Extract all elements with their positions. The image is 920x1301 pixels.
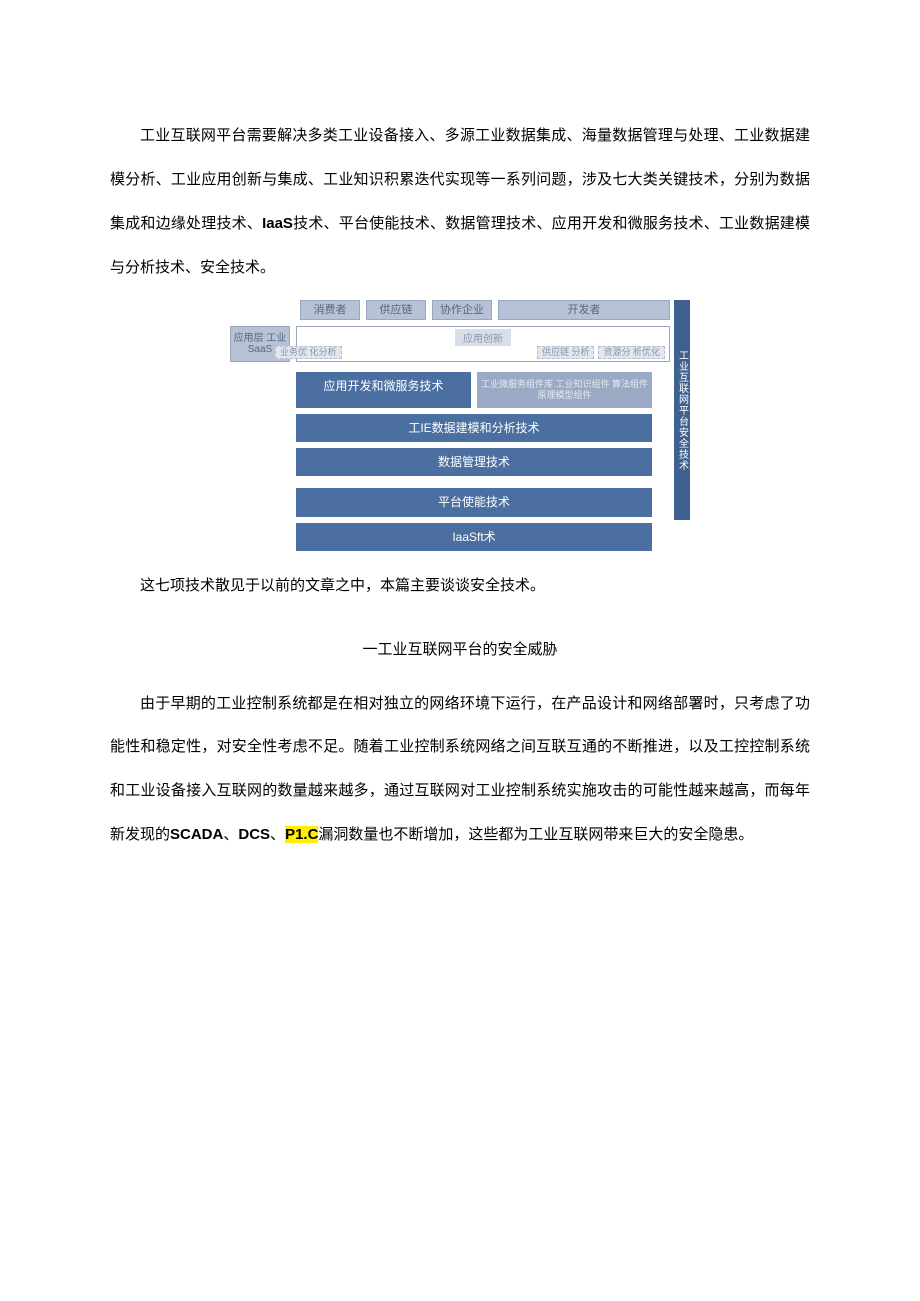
diagram-row-app: 应用层 工业SaaS 应用创新 业务优 化分析 供应链 分析 资源分 析优化 bbox=[230, 326, 670, 362]
layer-data-mgmt: 数据管理技术 bbox=[296, 448, 652, 476]
paragraph-2: 这七项技术散见于以前的文章之中，本篇主要谈谈安全技术。 bbox=[110, 565, 810, 609]
p2-text: 这七项技术散见于以前的文章之中，本篇主要谈谈安全技术。 bbox=[140, 578, 545, 594]
mini-box-0: 业务优 化分析 bbox=[275, 346, 342, 359]
mid-box-app: 应用创新 业务优 化分析 供应链 分析 资源分 析优化 bbox=[296, 326, 670, 362]
layer-microservice-lib: 工业微服务组件库 工业知识组件 算法组件 原理模型组件 bbox=[477, 372, 652, 408]
layer-platform-enable: 平台使能技术 bbox=[296, 488, 652, 516]
top-box-supply: 供应链 bbox=[366, 300, 426, 320]
p3-bold-scada: SCADA bbox=[170, 826, 223, 843]
p1-bold-iaas: IaaS bbox=[262, 215, 293, 232]
mid-label-innovation: 应用创新 bbox=[455, 329, 511, 346]
top-box-developer: 开发者 bbox=[498, 300, 670, 320]
diagram-sidebar: 工业互联网平台安全技术 bbox=[674, 300, 690, 520]
p3-sep1: 、 bbox=[223, 827, 238, 843]
p3-sep2: 、 bbox=[270, 827, 285, 843]
top-box-collab: 协作企业 bbox=[432, 300, 492, 320]
p3-text-b: 漏洞数量也不断增加，这些都为工业互联网带来巨大的安全隐患。 bbox=[318, 827, 753, 843]
architecture-diagram: 工业互联网平台安全技术 消费者 供应链 协作企业 开发者 应用层 工业SaaS … bbox=[230, 300, 690, 551]
p3-bold-dcs: DCS bbox=[238, 826, 270, 843]
section-title: 一工业互联网平台的安全威胁 bbox=[110, 629, 810, 671]
mini-box-1: 供应链 分析 bbox=[537, 346, 595, 359]
diagram-top-row: 消费者 供应链 协作企业 开发者 bbox=[300, 300, 670, 320]
paragraph-1: 工业互联网平台需要解决多类工业设备接入、多源工业数据集成、海量数据管理与处理、工… bbox=[110, 115, 810, 290]
layer-app-dev-microservice: 应用开发和微服务技术 bbox=[296, 372, 471, 408]
p3-highlight-p1c: P1.C bbox=[285, 826, 318, 843]
layer-iaas: IaaSft术 bbox=[296, 523, 652, 551]
layer-data-modeling: 工IE数据建模和分析技术 bbox=[296, 414, 652, 442]
paragraph-3: 由于早期的工业控制系统都是在相对独立的网络环境下运行，在产品设计和网络部署时，只… bbox=[110, 683, 810, 858]
section-title-text: 一工业互联网平台的安全威胁 bbox=[362, 642, 557, 658]
diagram-layers: 应用开发和微服务技术 工业微服务组件库 工业知识组件 算法组件 原理模型组件 工… bbox=[296, 372, 652, 551]
top-box-consumer: 消费者 bbox=[300, 300, 360, 320]
mini-box-2: 资源分 析优化 bbox=[598, 346, 665, 359]
p3-text-a: 由于早期的工业控制系统都是在相对独立的网络环境下运行，在产品设计和网络部署时，只… bbox=[110, 696, 810, 844]
